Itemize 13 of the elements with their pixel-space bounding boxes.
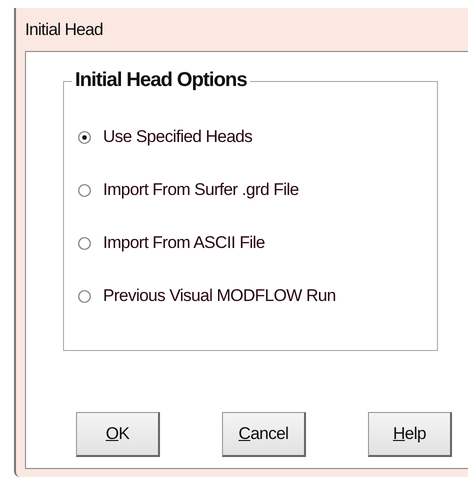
radio-button[interactable] [78,184,91,196]
dialog-button[interactable]: Help [368,412,452,457]
radio-label[interactable]: Import From ASCII File [103,233,265,253]
radio-label[interactable]: Import From Surfer .grd File [103,180,299,200]
group-title: Initial Head Options [72,69,250,92]
radio-button[interactable] [78,130,91,144]
radio-button[interactable] [78,290,91,302]
radio-label[interactable]: Use Specified Heads [103,127,252,147]
radio-button[interactable] [78,236,91,250]
window-title: Initial Head [25,19,104,41]
dialog-button[interactable]: Cancel [222,412,306,457]
dialog-button[interactable]: OK [76,412,160,457]
radio-label[interactable]: Previous Visual MODFLOW Run [103,286,336,306]
